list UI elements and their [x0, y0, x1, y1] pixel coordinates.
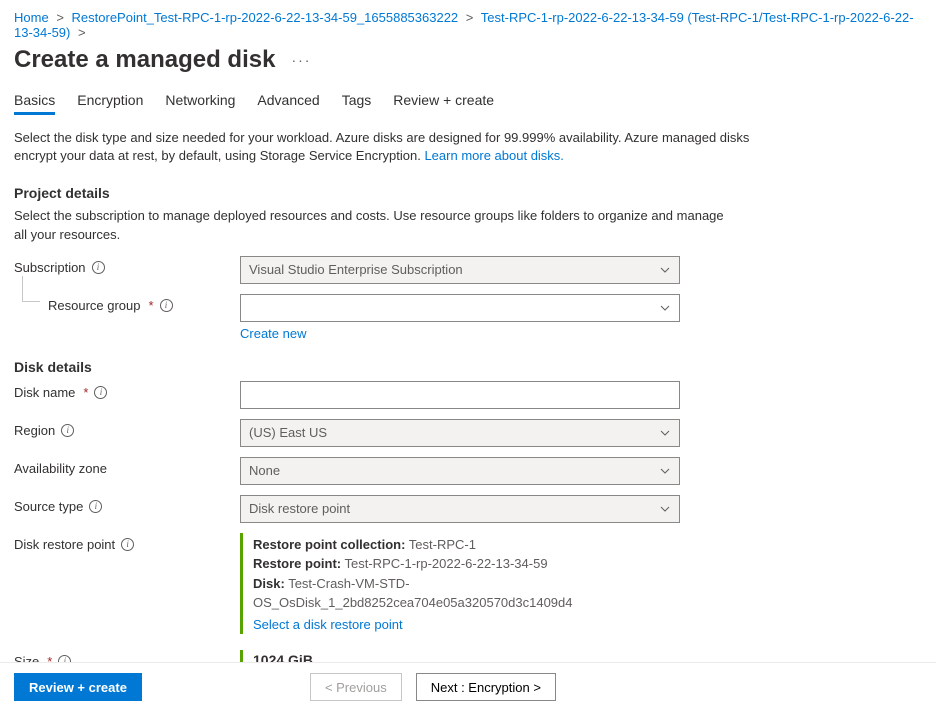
availability-zone-value: None [249, 463, 280, 478]
chevron-down-icon [659, 302, 671, 314]
source-type-label: Source type [14, 499, 83, 514]
subscription-select[interactable]: Visual Studio Enterprise Subscription [240, 256, 680, 284]
chevron-right-icon: > [466, 10, 474, 25]
disk-name-label: Disk name [14, 385, 75, 400]
more-actions-icon[interactable]: ··· [291, 52, 311, 68]
restore-disk-value: Test-Crash-VM-STD-OS_OsDisk_1_2bd8252cea… [253, 576, 573, 611]
source-type-value: Disk restore point [249, 501, 350, 516]
learn-more-link[interactable]: Learn more about disks. [424, 148, 563, 163]
chevron-down-icon [659, 264, 671, 276]
previous-button[interactable]: < Previous [310, 673, 402, 701]
subscription-value: Visual Studio Enterprise Subscription [249, 262, 463, 277]
info-icon[interactable] [89, 500, 102, 513]
tab-encryption[interactable]: Encryption [77, 86, 143, 114]
restore-point-value: Test-RPC-1-rp-2022-6-22-13-34-59 [345, 556, 548, 571]
section-disk-details: Disk details [14, 359, 922, 375]
chevron-down-icon [659, 465, 671, 477]
resource-group-label: Resource group [48, 298, 141, 313]
resource-group-select[interactable] [240, 294, 680, 322]
restore-collection-value: Test-RPC-1 [409, 537, 476, 552]
wizard-footer: Review + create < Previous Next : Encryp… [0, 662, 936, 711]
tab-networking[interactable]: Networking [165, 86, 235, 114]
tab-tags[interactable]: Tags [342, 86, 372, 114]
chevron-down-icon [659, 427, 671, 439]
availability-zone-select[interactable]: None [240, 457, 680, 485]
required-indicator: * [83, 385, 88, 400]
chevron-right-icon: > [78, 25, 86, 40]
source-type-select[interactable]: Disk restore point [240, 495, 680, 523]
tabs: Basics Encryption Networking Advanced Ta… [0, 86, 936, 115]
info-icon[interactable] [61, 424, 74, 437]
info-icon[interactable] [94, 386, 107, 399]
breadcrumb: Home > RestorePoint_Test-RPC-1-rp-2022-6… [0, 0, 936, 40]
info-icon[interactable] [160, 299, 173, 312]
page-title: Create a managed disk [14, 46, 275, 74]
disk-name-input[interactable] [240, 381, 680, 409]
intro-body: Select the disk type and size needed for… [14, 130, 749, 163]
project-details-desc: Select the subscription to manage deploy… [14, 207, 734, 243]
availability-zone-label: Availability zone [14, 461, 107, 476]
tab-basics[interactable]: Basics [14, 86, 55, 114]
chevron-right-icon: > [56, 10, 64, 25]
tab-advanced[interactable]: Advanced [257, 86, 319, 114]
disk-restore-point-info: Restore point collection: Test-RPC-1 Res… [240, 533, 680, 634]
restore-point-label: Restore point: [253, 556, 341, 571]
restore-disk-label: Disk: [253, 576, 285, 591]
review-create-button[interactable]: Review + create [14, 673, 142, 701]
restore-collection-label: Restore point collection: [253, 537, 405, 552]
info-icon[interactable] [121, 538, 134, 551]
tab-review-create[interactable]: Review + create [393, 86, 494, 114]
disk-restore-point-label: Disk restore point [14, 537, 115, 552]
tree-connector-icon [22, 276, 40, 302]
region-select[interactable]: (US) East US [240, 419, 680, 447]
chevron-down-icon [659, 503, 671, 515]
breadcrumb-item-1[interactable]: RestorePoint_Test-RPC-1-rp-2022-6-22-13-… [72, 10, 459, 25]
next-button[interactable]: Next : Encryption > [416, 673, 556, 701]
select-disk-restore-point-link[interactable]: Select a disk restore point [253, 617, 403, 632]
subscription-label: Subscription [14, 260, 86, 275]
info-icon[interactable] [92, 261, 105, 274]
region-label: Region [14, 423, 55, 438]
section-project-details: Project details [14, 185, 922, 201]
breadcrumb-home[interactable]: Home [14, 10, 49, 25]
required-indicator: * [149, 298, 154, 313]
create-new-rg-link[interactable]: Create new [240, 326, 306, 341]
intro-text: Select the disk type and size needed for… [14, 129, 774, 165]
region-value: (US) East US [249, 425, 327, 440]
